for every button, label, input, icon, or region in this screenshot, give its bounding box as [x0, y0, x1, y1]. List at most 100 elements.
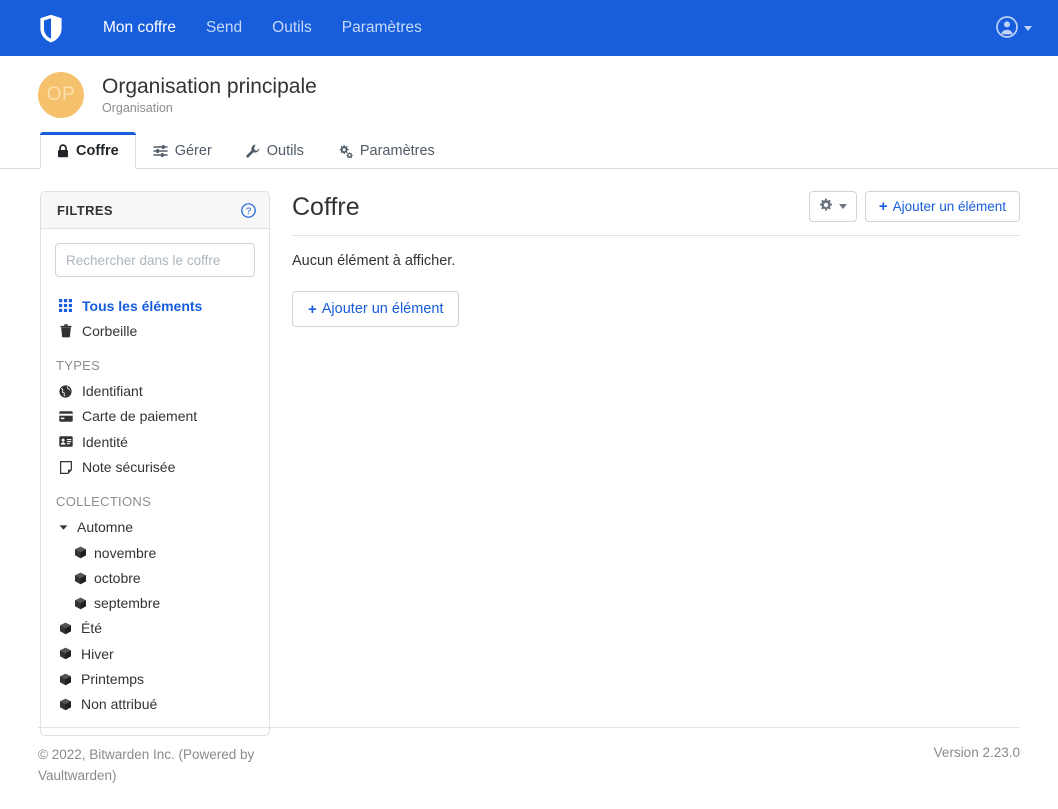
avatar: OP — [38, 72, 84, 118]
collection-item-printemps[interactable]: Printemps — [55, 667, 255, 692]
filter-item-label: Note sécurisée — [82, 458, 176, 475]
organization-subtitle: Organisation — [102, 101, 173, 116]
tab-label: Coffre — [76, 143, 119, 159]
lock-icon — [57, 144, 69, 158]
empty-state-message: Aucun élément à afficher. — [292, 253, 456, 269]
tab-label: Gérer — [174, 143, 212, 159]
collection-item-label: Automne — [77, 519, 134, 536]
footer-version: Version 2.23.0 — [933, 745, 1020, 761]
plus-icon: + — [878, 198, 888, 215]
options-gear-button[interactable] — [808, 191, 857, 222]
collection-item-non-attribue[interactable]: Non attribué — [55, 692, 255, 717]
cube-icon — [57, 622, 74, 635]
user-menu-button[interactable] — [990, 12, 1038, 45]
filter-item-note-securisee[interactable]: Note sécurisée — [55, 454, 255, 479]
user-circle-icon — [996, 15, 1018, 41]
tab-label: Outils — [266, 143, 304, 159]
filters-panel-body: Tous les éléments Corbeille TYPES — [41, 229, 269, 735]
cube-icon — [72, 597, 89, 610]
filter-top-list: Tous les éléments Corbeille — [55, 293, 255, 344]
credit-card-icon — [57, 411, 74, 422]
collection-item-label: Été — [81, 620, 103, 637]
footer-divider — [38, 727, 1020, 729]
tab-gerer[interactable]: Gérer — [136, 132, 229, 169]
filter-item-label: Identifiant — [82, 383, 143, 400]
tab-outils[interactable]: Outils — [229, 132, 321, 169]
tab-parametres[interactable]: Paramètres — [321, 132, 452, 169]
organization-identity: OP Organisation principale Organisation — [0, 72, 1058, 118]
sliders-icon — [152, 144, 168, 158]
filter-item-label: Tous les éléments — [82, 297, 203, 314]
bitwarden-shield-icon[interactable] — [38, 13, 64, 43]
navbar-links: Mon coffre Send Outils Paramètres — [88, 19, 437, 37]
id-card-icon — [57, 436, 74, 448]
organization-header: OP Organisation principale Organisation … — [0, 56, 1058, 169]
filters-panel-header: FILTRES ? — [41, 192, 269, 229]
filter-item-label: Carte de paiement — [82, 408, 198, 425]
collection-item-automne[interactable]: Automne — [55, 515, 255, 540]
page-title: Organisation principale — [102, 74, 317, 98]
footer-copyright: © 2022, Bitwarden Inc. (Powered by Vault… — [38, 747, 255, 784]
collection-item-label: Printemps — [81, 671, 145, 688]
filter-item-tous-les-elements[interactable]: Tous les éléments — [55, 293, 255, 318]
filter-item-label: Identité — [82, 433, 128, 450]
collection-item-label: octobre — [94, 569, 141, 586]
nav-link-outils[interactable]: Outils — [257, 13, 327, 42]
grid-icon — [57, 299, 74, 313]
tab-coffre[interactable]: Coffre — [40, 132, 136, 169]
add-item-button-top[interactable]: + Ajouter un élément — [864, 191, 1020, 222]
sticky-note-icon — [57, 460, 74, 474]
filter-types-list: Identifiant Carte de paiement Identité N… — [55, 379, 255, 480]
tab-label: Paramètres — [359, 143, 435, 159]
collection-item-novembre[interactable]: novembre — [55, 540, 255, 565]
tab-bar: Coffre Gérer Outils Paramètres — [0, 132, 1058, 169]
question-circle-icon[interactable]: ? — [241, 203, 256, 218]
content-header: Coffre + Ajouter un élément — [292, 191, 1020, 236]
filter-item-identite[interactable]: Identité — [55, 429, 255, 454]
cube-icon — [57, 647, 74, 660]
filter-item-carte-de-paiement[interactable]: Carte de paiement — [55, 404, 255, 429]
filter-item-identifiant[interactable]: Identifiant — [55, 379, 255, 404]
cube-icon — [57, 698, 74, 711]
filter-collections-list: Automne novembre octobre septembre Été H… — [55, 515, 255, 717]
nav-link-send[interactable]: Send — [191, 13, 257, 42]
nav-link-mon-coffre[interactable]: Mon coffre — [88, 13, 191, 42]
filters-title: FILTRES — [57, 203, 113, 218]
chevron-down-icon — [1024, 25, 1032, 31]
collection-item-septembre[interactable]: septembre — [55, 591, 255, 616]
top-navbar: Mon coffre Send Outils Paramètres — [0, 0, 1058, 56]
plus-icon: + — [308, 300, 317, 318]
page-footer: © 2022, Bitwarden Inc. (Powered by Vault… — [0, 727, 1058, 809]
collection-item-octobre[interactable]: octobre — [55, 565, 255, 590]
gears-icon — [338, 144, 353, 158]
add-item-button-empty-state[interactable]: + Ajouter un élément — [292, 291, 460, 327]
cube-icon — [72, 546, 89, 559]
globe-icon — [57, 385, 74, 398]
search-input[interactable] — [55, 243, 255, 277]
collection-item-label: Hiver — [81, 645, 114, 662]
organization-titles: Organisation principale Organisation — [102, 75, 317, 115]
add-item-button-label: Ajouter un élément — [321, 301, 444, 317]
collection-item-hiver[interactable]: Hiver — [55, 641, 255, 666]
content-header-actions: + Ajouter un élément — [808, 191, 1020, 222]
content-title: Coffre — [292, 192, 360, 221]
filters-types-title: TYPES — [56, 357, 101, 373]
chevron-down-icon — [838, 204, 847, 209]
main-content: Coffre + Ajouter un élément Aucun élémen… — [292, 191, 1020, 327]
collection-item-ete[interactable]: Été — [55, 616, 255, 641]
svg-text:?: ? — [246, 206, 251, 217]
trash-icon — [57, 324, 74, 338]
gear-icon — [819, 198, 833, 215]
chevron-down-icon[interactable] — [57, 524, 70, 531]
filter-item-label: Corbeille — [82, 322, 138, 339]
filters-panel: FILTRES ? Rechercher dans le coffre Tous… — [40, 191, 270, 737]
filters-collections-title: COLLECTIONS — [56, 493, 152, 509]
footer-row: © 2022, Bitwarden Inc. (Powered by Vault… — [38, 745, 1020, 787]
filter-item-corbeille[interactable]: Corbeille — [55, 318, 255, 343]
collection-item-label: Non attribué — [81, 696, 158, 713]
collection-item-label: novembre — [94, 544, 157, 561]
collection-item-label: septembre — [94, 595, 161, 612]
wrench-icon — [246, 144, 260, 158]
nav-link-parametres[interactable]: Paramètres — [327, 13, 437, 42]
cube-icon — [57, 673, 74, 686]
